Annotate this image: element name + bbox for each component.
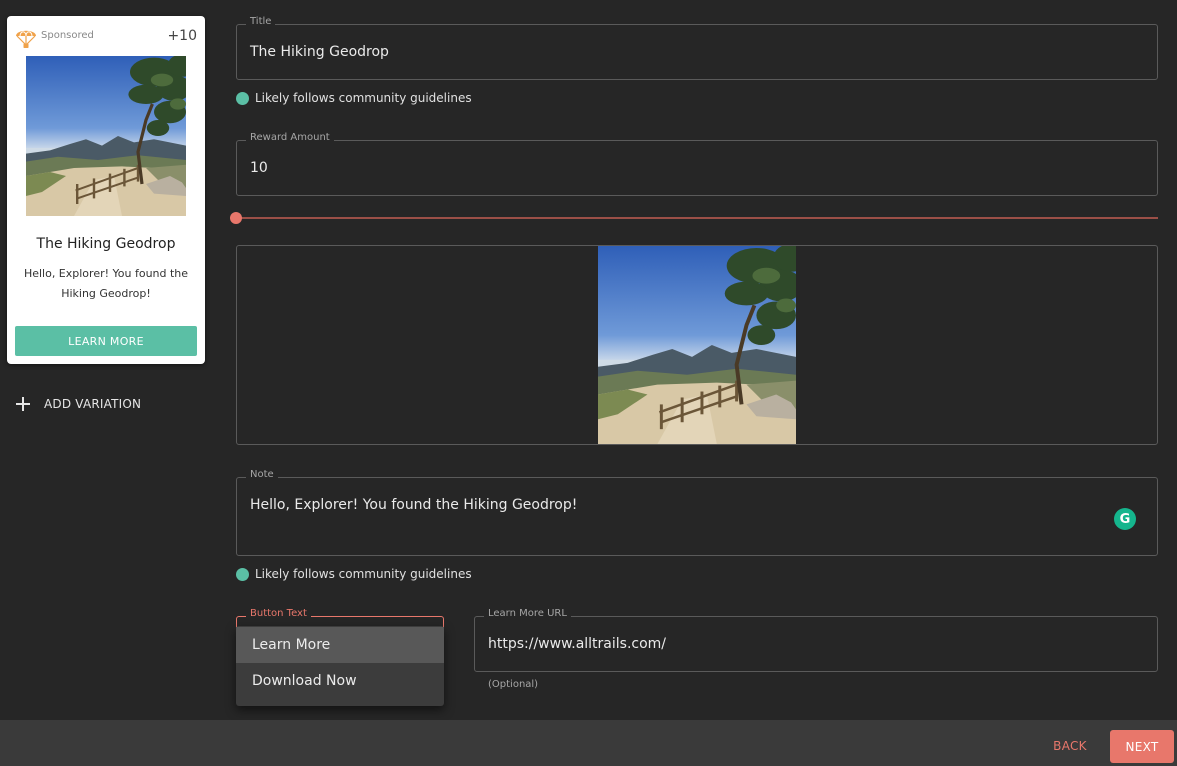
learn-more-url-field[interactable]: Learn More URL https://www.alltrails.com…: [474, 608, 1158, 672]
title-field[interactable]: Title The Hiking Geodrop: [236, 16, 1158, 80]
reward-badge: +10: [167, 28, 197, 44]
preview-title: The Hiking Geodrop: [36, 236, 176, 252]
sponsored-label: Sponsored: [41, 30, 94, 41]
plus-icon: [16, 397, 30, 411]
note-field[interactable]: Note Hello, Explorer! You found the Hiki…: [236, 469, 1158, 556]
reward-amount-input[interactable]: 10: [250, 160, 268, 176]
back-button[interactable]: BACK: [1044, 730, 1096, 762]
image-upload-area[interactable]: [236, 245, 1158, 445]
footer-bar: [0, 720, 1177, 766]
preview-learn-more-button[interactable]: LEARN MORE: [15, 326, 197, 356]
status-dot-icon: [236, 91, 249, 105]
option-learn-more[interactable]: Learn More: [236, 627, 444, 663]
url-helper-text: (Optional): [488, 679, 539, 690]
option-download-now[interactable]: Download Now: [236, 663, 444, 699]
preview-card: Sponsored +10 The Hiking Geodrop Hello, …: [7, 16, 205, 364]
status-dot-icon: [236, 567, 249, 581]
preview-note: Hello, Explorer! You found the Hiking Ge…: [23, 267, 189, 300]
button-text-label: Button Text: [246, 608, 311, 619]
title-input[interactable]: The Hiking Geodrop: [250, 44, 389, 60]
title-label: Title: [246, 16, 276, 27]
parachute-icon: [16, 30, 36, 48]
add-variation-button[interactable]: ADD VARIATION: [16, 394, 141, 414]
reward-slider-thumb[interactable]: [230, 212, 242, 224]
next-button[interactable]: NEXT: [1110, 730, 1174, 763]
note-status-text: Likely follows community guidelines: [255, 567, 472, 581]
reward-amount-label: Reward Amount: [246, 132, 334, 143]
note-input[interactable]: Hello, Explorer! You found the Hiking Ge…: [250, 497, 577, 513]
preview-photo: [26, 56, 186, 216]
grammarly-icon[interactable]: G: [1114, 508, 1136, 530]
geodrop-photo: [598, 246, 796, 444]
reward-amount-field[interactable]: Reward Amount 10: [236, 132, 1158, 196]
title-guidelines-status: Likely follows community guidelines: [236, 91, 472, 105]
button-text-dropdown-menu: Learn More Download Now: [236, 626, 444, 706]
title-status-text: Likely follows community guidelines: [255, 91, 472, 105]
reward-slider-track[interactable]: [236, 217, 1158, 219]
note-label: Note: [246, 469, 278, 480]
note-guidelines-status: Likely follows community guidelines: [236, 567, 472, 581]
learn-more-url-input[interactable]: https://www.alltrails.com/: [488, 636, 666, 652]
learn-more-url-label: Learn More URL: [484, 608, 571, 619]
add-variation-label: ADD VARIATION: [44, 397, 142, 411]
